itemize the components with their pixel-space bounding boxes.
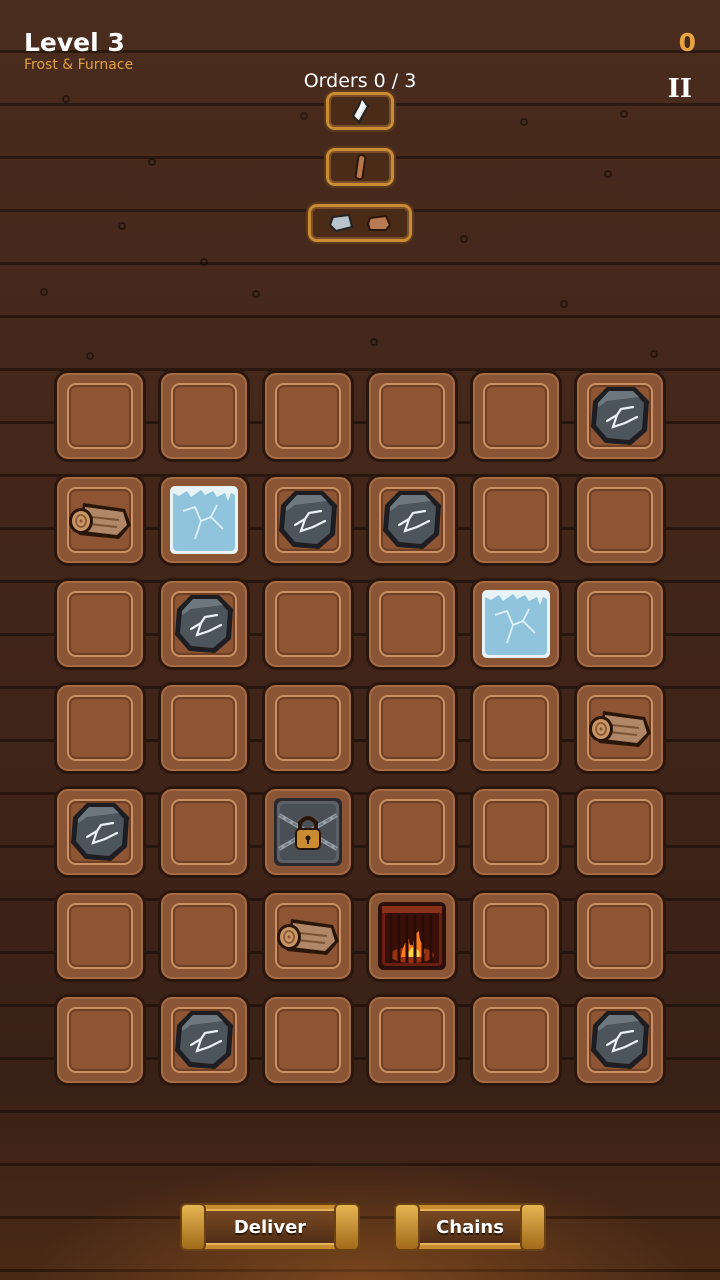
board-cell-r3-c2-rock[interactable] [158, 578, 250, 670]
score-counter: 0 [678, 28, 696, 57]
nail-decoration [520, 118, 528, 126]
rock-icon [591, 1011, 649, 1069]
board-cell-r1-c3[interactable] [262, 370, 354, 462]
board-cell-r1-c2[interactable] [158, 370, 250, 462]
board-cell-r7-c2-rock[interactable] [158, 994, 250, 1086]
rock-icon [383, 491, 441, 549]
board-cell-r2-c6[interactable] [574, 474, 666, 566]
wooden-stick-icon [354, 154, 367, 181]
nail-decoration [650, 350, 658, 358]
nail-decoration [252, 290, 260, 298]
board-cell-r2-c5[interactable] [470, 474, 562, 566]
nail-decoration [148, 158, 156, 166]
board-cell-r2-c2-ice[interactable] [158, 474, 250, 566]
rock-icon [175, 1011, 233, 1069]
board-cell-r7-c3[interactable] [262, 994, 354, 1086]
board-cell-r3-c6[interactable] [574, 578, 666, 670]
nail-decoration [460, 235, 468, 243]
rock-icon [175, 595, 233, 653]
orders-label: Orders 0 / 3 [303, 70, 417, 92]
board-cell-r6-c2[interactable] [158, 890, 250, 982]
rock-icon [279, 491, 337, 549]
nail-decoration [86, 352, 94, 360]
chains-button[interactable]: Chains [394, 1203, 546, 1251]
board-cell-r7-c5[interactable] [470, 994, 562, 1086]
board-cell-r6-c6[interactable] [574, 890, 666, 982]
board-cell-r7-c6-rock[interactable] [574, 994, 666, 1086]
board-cell-r6-c4-furnace[interactable] [366, 890, 458, 982]
deliver-button-label: Deliver [233, 1216, 307, 1238]
board-cell-r2-c4-rock[interactable] [366, 474, 458, 566]
board-cell-r6-c3-log[interactable] [262, 890, 354, 982]
nail-decoration [560, 300, 568, 308]
board-cell-r3-c1[interactable] [54, 578, 146, 670]
copper-ingot-icon [366, 214, 392, 231]
furnace-icon [378, 902, 446, 970]
log-icon [589, 711, 651, 747]
board-cell-r5-c2[interactable] [158, 786, 250, 878]
board-cell-r4-c4[interactable] [366, 682, 458, 774]
order-slot-2 [326, 148, 394, 186]
order-slot-3 [308, 204, 412, 242]
chained-crate-icon [274, 798, 342, 866]
nail-decoration [300, 112, 308, 120]
board-cell-r4-c3[interactable] [262, 682, 354, 774]
nail-decoration [62, 95, 70, 103]
order-slot-1 [326, 92, 394, 130]
chains-button-label: Chains [436, 1216, 504, 1238]
board-cell-r2-c3-rock[interactable] [262, 474, 354, 566]
nail-decoration [604, 170, 612, 178]
crystal-shard-icon [351, 98, 370, 124]
nail-decoration [40, 288, 48, 296]
level-title: Level 3 [24, 28, 125, 57]
rock-icon [71, 803, 129, 861]
board-cell-r1-c6-rock[interactable] [574, 370, 666, 462]
board-cell-r4-c6-log[interactable] [574, 682, 666, 774]
board-cell-r1-c1[interactable] [54, 370, 146, 462]
board-cell-r5-c1-rock[interactable] [54, 786, 146, 878]
ice-block-icon [482, 590, 550, 658]
board-cell-r2-c1-log[interactable] [54, 474, 146, 566]
board-cell-r3-c3[interactable] [262, 578, 354, 670]
board-cell-r1-c4[interactable] [366, 370, 458, 462]
board-cell-r3-c5-ice[interactable] [470, 578, 562, 670]
log-icon [277, 919, 339, 955]
deliver-button[interactable]: Deliver [180, 1203, 360, 1251]
board-cell-r6-c5[interactable] [470, 890, 562, 982]
nail-decoration [118, 222, 126, 230]
board-cell-r5-c5[interactable] [470, 786, 562, 878]
board-cell-r5-c4[interactable] [366, 786, 458, 878]
board-cell-r4-c5[interactable] [470, 682, 562, 774]
board-cell-r1-c5[interactable] [470, 370, 562, 462]
ice-block-icon [170, 486, 238, 554]
board-cell-r7-c4[interactable] [366, 994, 458, 1086]
nail-decoration [620, 110, 628, 118]
board-cell-r5-c3-chained-crate[interactable] [262, 786, 354, 878]
board-cell-r5-c6[interactable] [574, 786, 666, 878]
nail-decoration [370, 338, 378, 346]
board-cell-r6-c1[interactable] [54, 890, 146, 982]
board-cell-r4-c2[interactable] [158, 682, 250, 774]
metal-ingot-icon [328, 213, 354, 233]
board-cell-r4-c1[interactable] [54, 682, 146, 774]
board-cell-r3-c4[interactable] [366, 578, 458, 670]
board-cell-r7-c1[interactable] [54, 994, 146, 1086]
rock-icon [591, 387, 649, 445]
nail-decoration [200, 258, 208, 266]
log-icon [69, 503, 131, 539]
